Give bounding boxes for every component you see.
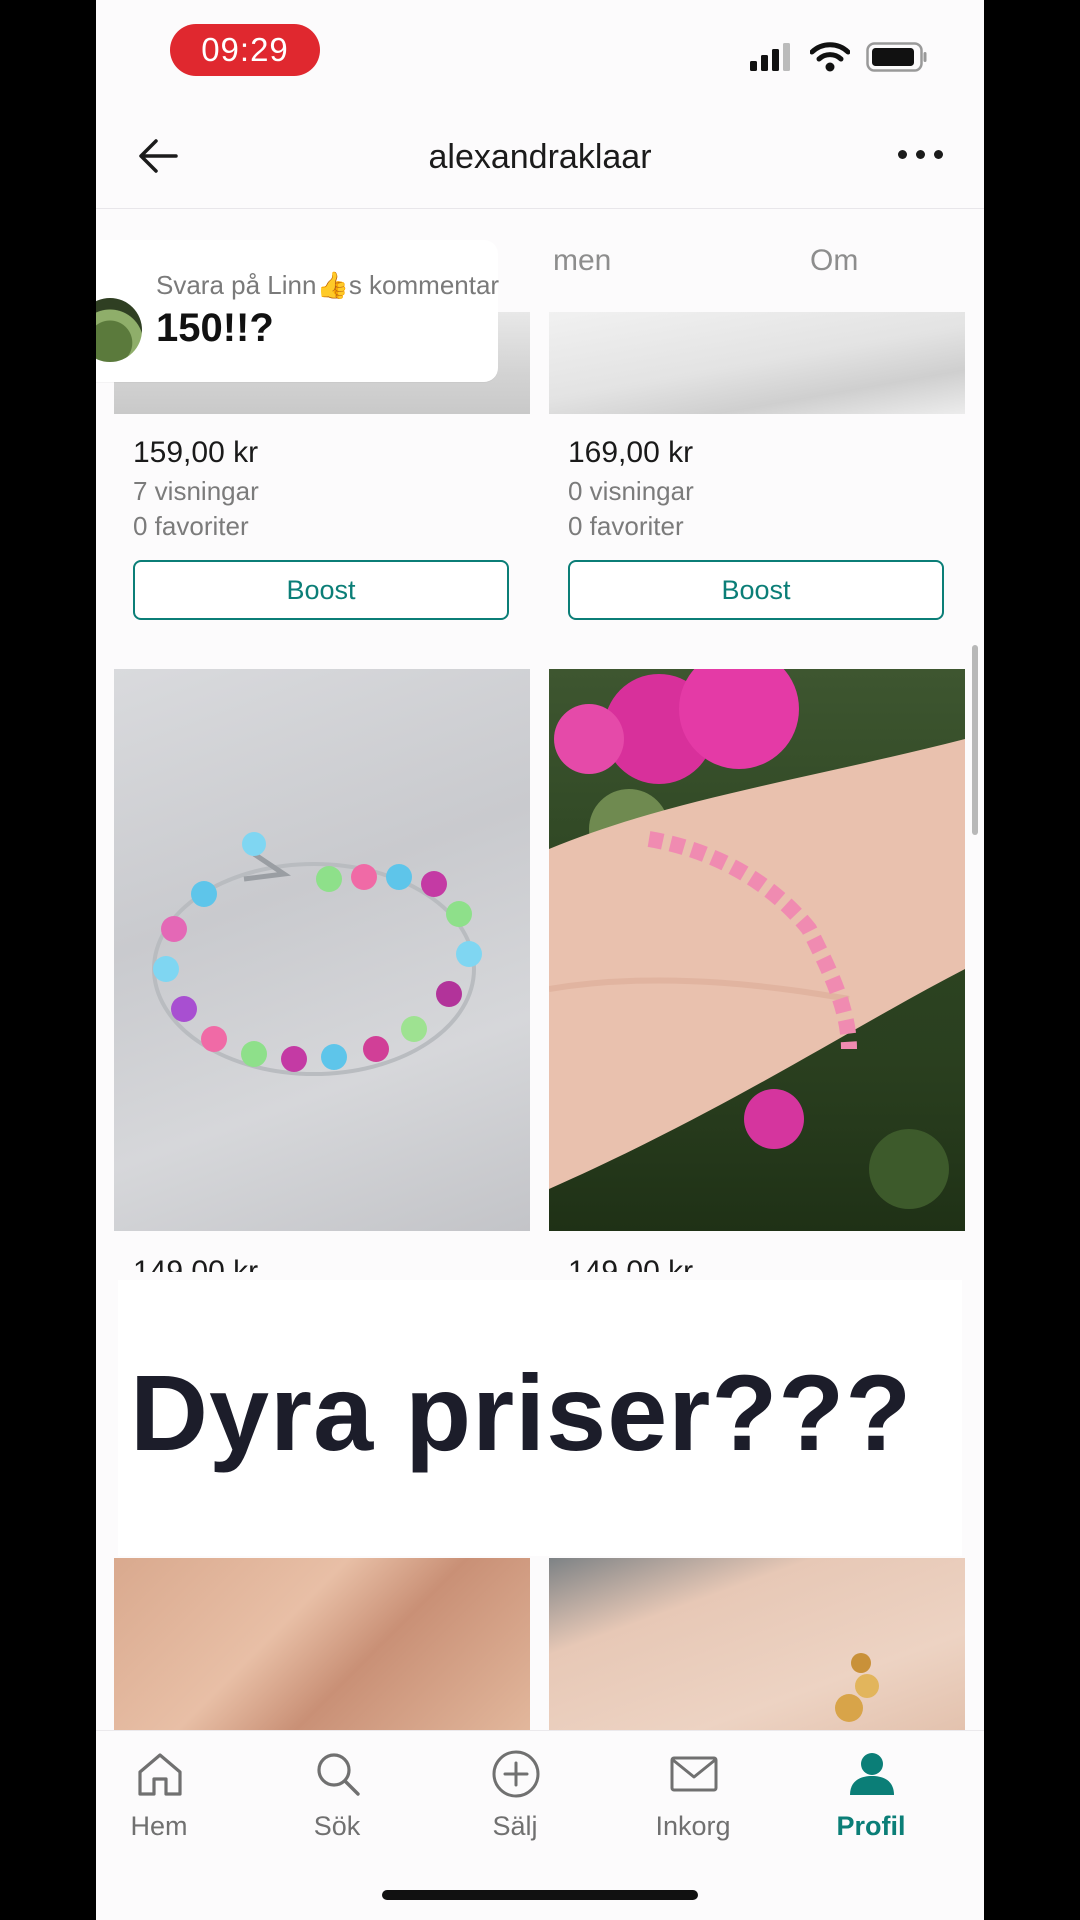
tab-label: Sök: [313, 1811, 361, 1841]
bracelet-illustration: [152, 832, 482, 1076]
item-price: 149,00 kr: [133, 1255, 259, 1272]
item-price: 149,00 kr: [568, 1255, 694, 1272]
home-indicator[interactable]: [382, 1890, 698, 1900]
reply-to-label: Svara på Linn👍s kommentar: [156, 270, 500, 300]
mail-icon: [670, 1756, 718, 1792]
commenter-avatar: [96, 298, 142, 362]
tab-label: Sälj: [492, 1811, 538, 1841]
status-icons: [750, 42, 928, 72]
item-price: 169,00 kr: [568, 436, 694, 469]
battery-icon: [866, 42, 927, 72]
signal-icon: [750, 43, 790, 71]
product-photo-ring[interactable]: [114, 1558, 530, 1730]
item-views: 7 visningar: [133, 476, 259, 506]
boost-button[interactable]: Boost: [133, 560, 509, 620]
product-photo-2[interactable]: [549, 312, 965, 414]
wifi-icon: [810, 42, 850, 72]
app-screen: 09:29 alexandraklaar men Om 159,00 kr 7 …: [96, 0, 984, 1920]
boost-button[interactable]: Boost: [568, 560, 944, 620]
more-options-icon[interactable]: [898, 150, 948, 162]
tab-label: Profil: [836, 1811, 906, 1841]
tab-partial[interactable]: men: [553, 244, 611, 278]
product-photo-bracelet-flat[interactable]: [114, 669, 530, 1231]
search-icon: [317, 1753, 360, 1796]
profile-username-title: alexandraklaar: [428, 138, 652, 176]
tab-about[interactable]: Om: [810, 244, 858, 278]
wrist-illustration: [549, 669, 965, 1209]
tab-label: Hem: [130, 1811, 188, 1841]
gold-bead-illustration: [835, 1653, 879, 1722]
item-favorites: 0 favoriter: [568, 511, 684, 541]
item-views: 0 visningar: [568, 476, 694, 506]
product-photo-gold-bracelet[interactable]: [549, 1558, 965, 1730]
home-icon: [138, 1753, 182, 1796]
item-price: 159,00 kr: [133, 436, 259, 469]
item-favorites: 0 favoriter: [133, 511, 249, 541]
status-time: 09:29: [170, 24, 320, 76]
scrollbar[interactable]: [972, 645, 978, 835]
comment-text: 150!!?: [156, 306, 274, 350]
plus-circle-icon: [492, 1750, 540, 1798]
profile-icon: [850, 1753, 894, 1795]
tab-label: Inkorg: [655, 1811, 731, 1841]
comment-reply-bubble[interactable]: Svara på Linn👍s kommentar 150!!?: [96, 240, 500, 382]
product-photo-bracelet-wrist[interactable]: [549, 669, 965, 1231]
caption-overlay-text: Dyra priser???: [130, 1352, 913, 1473]
top-nav-bar: alexandraklaar: [96, 100, 984, 209]
